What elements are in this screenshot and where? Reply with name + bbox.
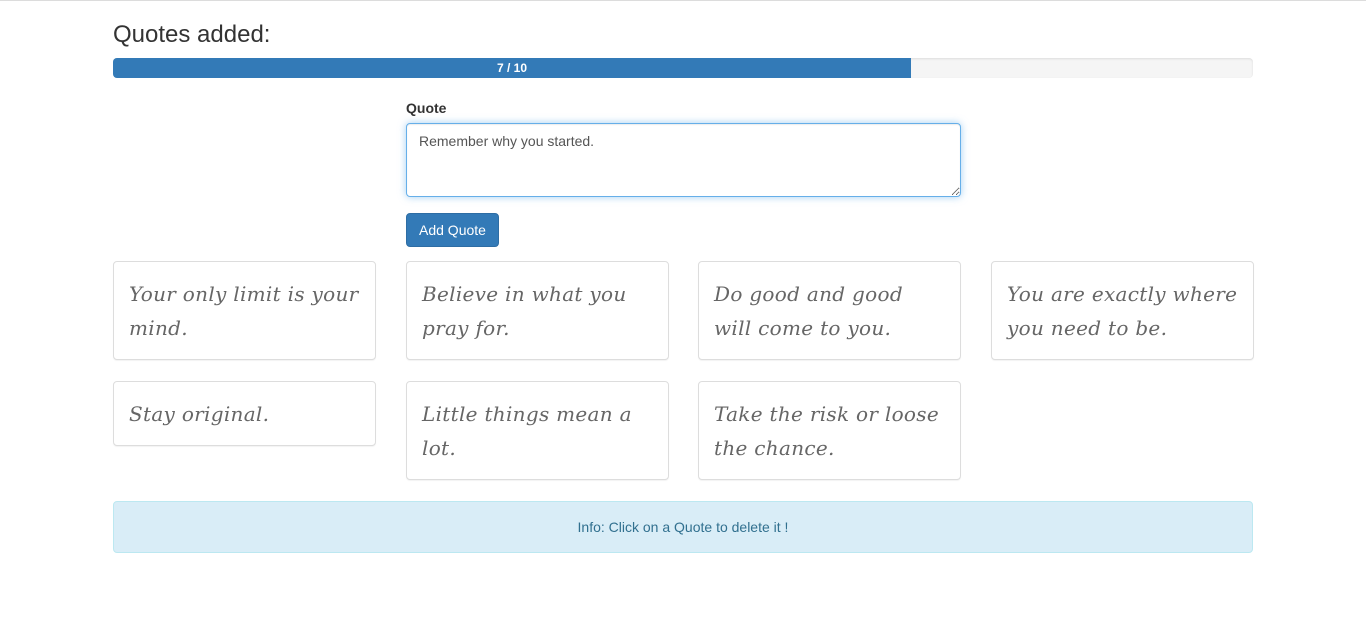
quote-text: You are exactly where you need to be. — [1007, 282, 1238, 340]
quote-field-label: Quote — [406, 100, 447, 116]
quote-text: Take the risk or loose the chance. — [714, 402, 939, 460]
quote-card[interactable]: You are exactly where you need to be. — [991, 261, 1254, 360]
quote-text: Little things mean a lot. — [422, 402, 632, 460]
top-divider — [0, 0, 1366, 1]
quote-card[interactable]: Your only limit is your mind. — [113, 261, 376, 360]
quote-card[interactable]: Little things mean a lot. — [406, 381, 669, 480]
quotes-progress: 7 / 10 — [113, 58, 1253, 78]
quote-card[interactable]: Believe in what you pray for. — [406, 261, 669, 360]
progress-label: 7 / 10 — [496, 61, 528, 75]
quote-form: Quote Add Quote — [406, 96, 961, 247]
quote-text: Your only limit is your mind. — [129, 282, 359, 340]
quote-text: Believe in what you pray for. — [422, 282, 627, 340]
info-alert: Info: Click on a Quote to delete it ! — [113, 501, 1253, 553]
quote-text: Do good and good will come to you. — [714, 282, 903, 340]
quote-card[interactable]: Stay original. — [113, 381, 376, 446]
quote-text: Stay original. — [129, 402, 270, 426]
quote-textarea[interactable] — [406, 123, 961, 197]
add-quote-button[interactable]: Add Quote — [406, 213, 499, 247]
quote-card[interactable]: Take the risk or loose the chance. — [698, 381, 961, 480]
page-title: Quotes added: — [113, 21, 271, 48]
progress-bar-fill: 7 / 10 — [113, 58, 911, 78]
quote-card[interactable]: Do good and good will come to you. — [698, 261, 961, 360]
